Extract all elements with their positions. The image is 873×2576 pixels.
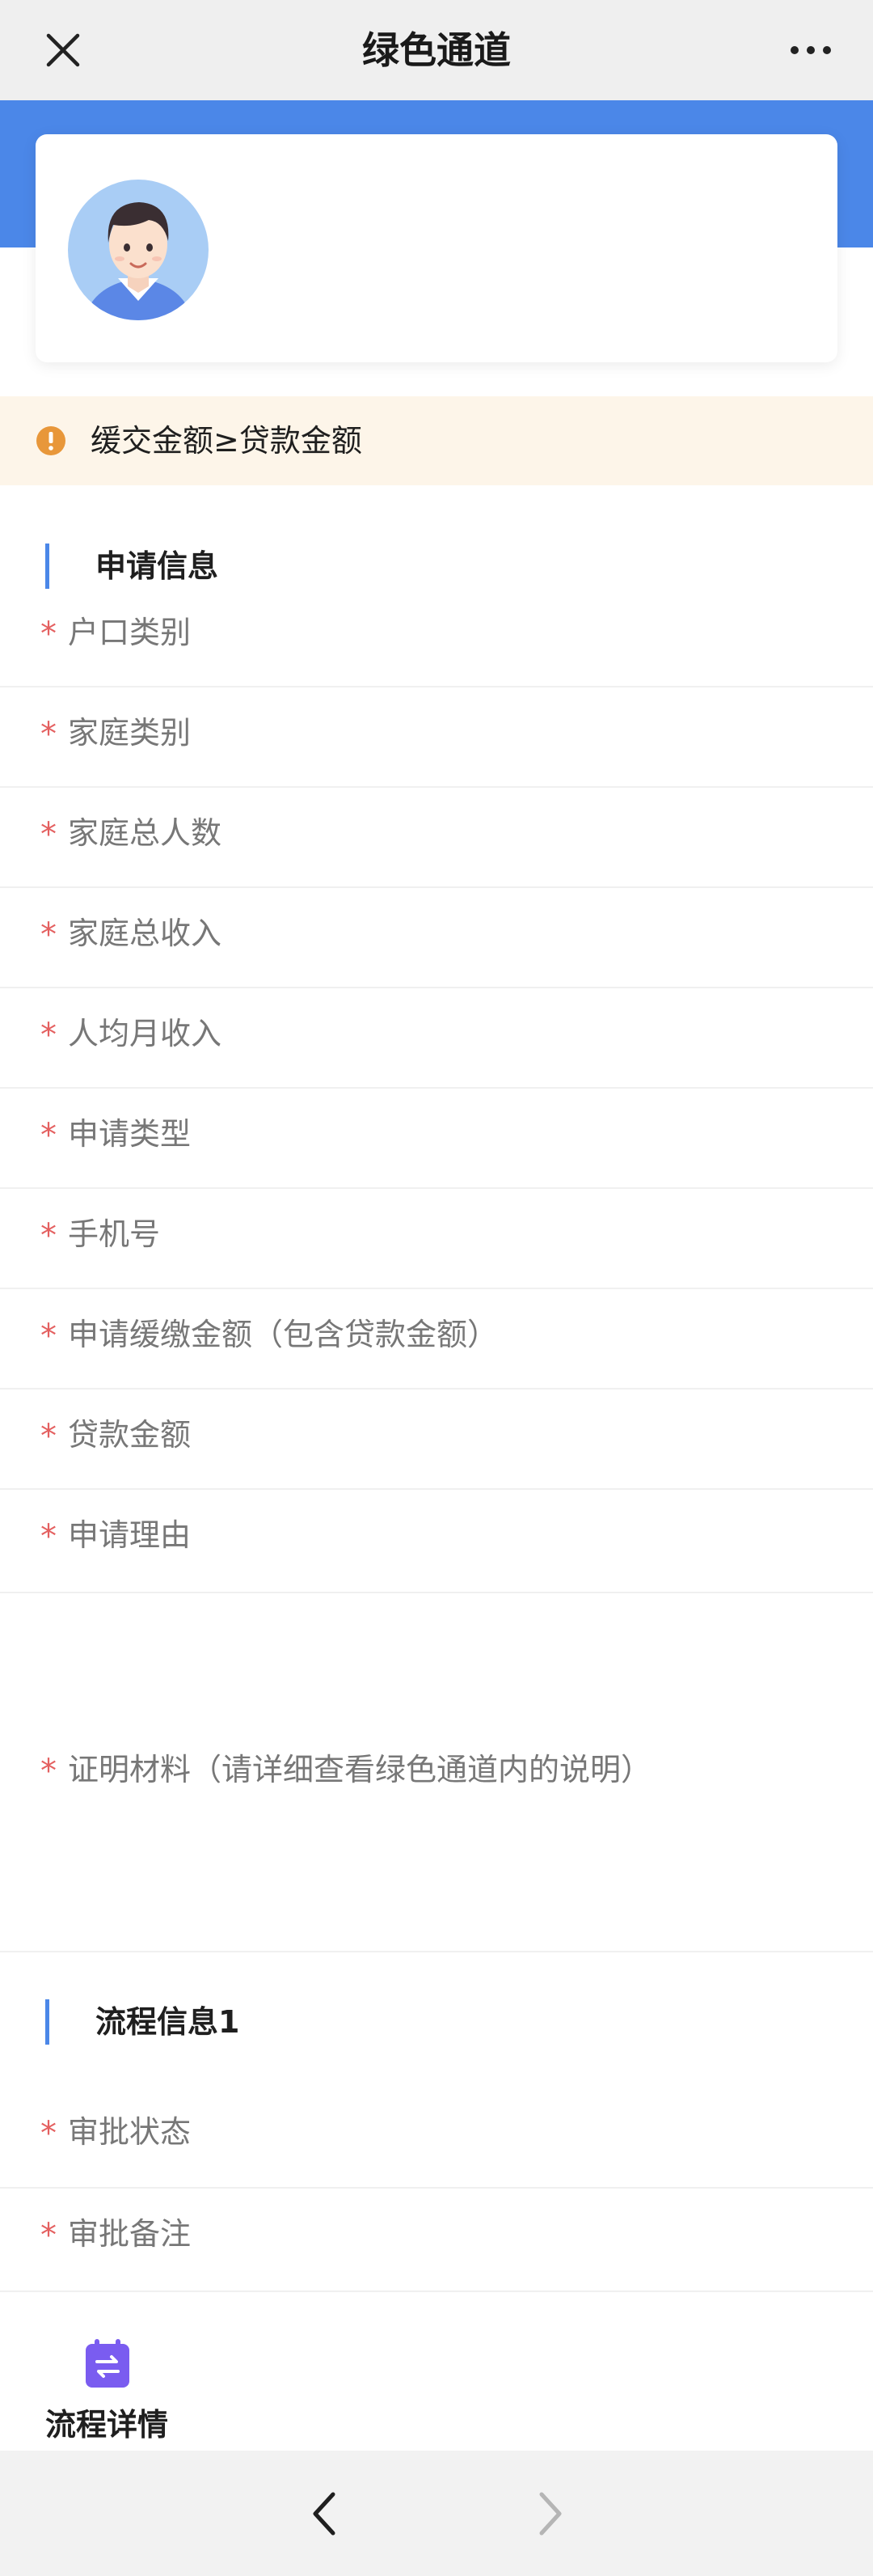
chevron-left-icon[interactable] [306, 2488, 344, 2540]
section-accent-bar [45, 1999, 49, 2045]
field-label: 家庭总收入 [68, 916, 222, 951]
avatar [68, 180, 209, 320]
required-mark: * [40, 816, 57, 853]
required-mark: * [40, 1318, 57, 1355]
section-accent-bar [45, 544, 49, 589]
notice-bar: 缓交金额≥贷款金额 [0, 396, 873, 485]
chevron-right-icon[interactable] [530, 2488, 569, 2540]
field-label: 户口类别 [68, 615, 192, 650]
field-reason[interactable]: * 申请理由 [0, 1490, 873, 1593]
field-label: 贷款金额 [68, 1417, 192, 1453]
more-dots-icon[interactable] [788, 42, 833, 58]
required-mark: * [40, 615, 57, 653]
field-label: 手机号 [68, 1216, 161, 1252]
field-deferred-amount[interactable]: * 申请缓缴金额（包含贷款金额） [0, 1289, 873, 1390]
required-mark: * [40, 2217, 57, 2254]
field-label: 证明材料（请详细查看绿色通道内的说明） [68, 1752, 652, 1787]
top-navbar: 绿色通道 [0, 0, 873, 100]
field-label: 申请理由 [68, 1517, 192, 1553]
flow-detail-label[interactable]: 流程详情 [45, 2402, 168, 2447]
field-phone[interactable]: * 手机号 [0, 1189, 873, 1289]
section-header-flow: 流程信息1 [0, 1993, 873, 2058]
field-label: 审批状态 [68, 2114, 192, 2150]
field-label: 人均月收入 [68, 1016, 222, 1051]
required-mark: * [40, 716, 57, 753]
required-mark: * [40, 1418, 57, 1455]
field-label: 申请类型 [68, 1116, 192, 1152]
required-mark: * [40, 1753, 57, 1790]
field-family-income[interactable]: * 家庭总收入 [0, 888, 873, 988]
field-loan-amount[interactable]: * 贷款金额 [0, 1390, 873, 1490]
required-mark: * [40, 2115, 57, 2152]
required-mark: * [40, 1017, 57, 1054]
required-mark: * [40, 1217, 57, 1254]
field-application-type[interactable]: * 申请类型 [0, 1089, 873, 1189]
flow-swap-icon[interactable] [84, 2339, 131, 2389]
field-household-type[interactable]: * 户口类别 [0, 587, 873, 687]
field-label: 申请缓缴金额（包含贷款金额） [68, 1317, 499, 1352]
bottom-nav-bar [0, 2451, 873, 2576]
profile-card [36, 134, 837, 362]
required-mark: * [40, 916, 57, 954]
warning-icon [36, 426, 65, 455]
field-label: 家庭类别 [68, 715, 192, 751]
required-mark: * [40, 1117, 57, 1154]
required-mark: * [40, 1518, 57, 1555]
field-approval-status[interactable]: * 审批状态 [0, 2087, 873, 2189]
field-family-type[interactable]: * 家庭类别 [0, 687, 873, 788]
field-monthly-income-per-capita[interactable]: * 人均月收入 [0, 988, 873, 1089]
field-approval-remark[interactable]: * 审批备注 [0, 2189, 873, 2292]
field-label: 审批备注 [68, 2216, 192, 2252]
notice-text: 缓交金额≥贷款金额 [91, 423, 362, 459]
field-proof-materials[interactable]: * 证明材料（请详细查看绿色通道内的说明） [0, 1593, 873, 1952]
field-family-size[interactable]: * 家庭总人数 [0, 788, 873, 888]
section-title: 流程信息1 [95, 2004, 240, 2040]
page-title: 绿色通道 [362, 28, 511, 72]
section-title: 申请信息 [95, 548, 219, 584]
field-label: 家庭总人数 [68, 815, 222, 851]
